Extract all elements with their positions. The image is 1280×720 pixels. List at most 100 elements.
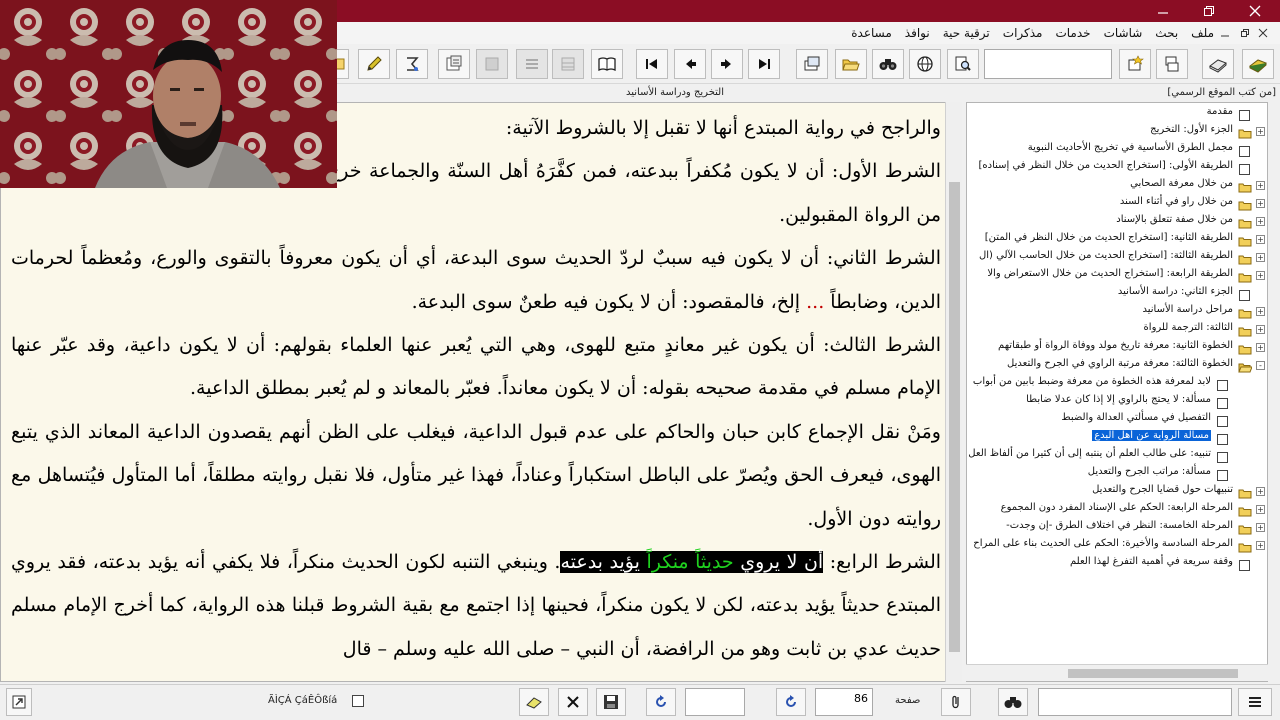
tree-item[interactable]: + الخطوة الثانية: معرفة تاريخ مولد ووفاة … xyxy=(967,339,1267,357)
tree-item[interactable]: - الخطوة الثالثة: معرفة مرتبة الراوي في ا… xyxy=(967,357,1267,375)
tree-item[interactable]: تنبيه: على طالب العلم أن ينتبه إلى أن كث… xyxy=(967,447,1267,465)
previous-page-button[interactable] xyxy=(674,49,706,79)
tree-item[interactable]: + الطريقة الرابعة: [استخراج الحديث من خلا… xyxy=(967,267,1267,285)
tree-item[interactable]: مسألة: لا يحتج بالراوي إلا إذا كان عدلا … xyxy=(967,393,1267,411)
expand-icon[interactable]: + xyxy=(1256,325,1265,334)
eraser-button[interactable] xyxy=(519,688,549,716)
refresh-left-button[interactable] xyxy=(646,688,676,716)
mdi-close-button[interactable] xyxy=(1254,24,1272,42)
menu-live-update[interactable]: ترقية حية xyxy=(943,26,990,40)
expand-icon[interactable]: + xyxy=(1256,235,1265,244)
tree-item[interactable]: مجمل الطرق الأساسية في تخريج الأحاديث ال… xyxy=(967,141,1267,159)
expand-icon[interactable]: + xyxy=(1256,199,1265,208)
attach-button[interactable] xyxy=(941,688,971,716)
export-button[interactable] xyxy=(6,688,32,716)
disabled-button-3[interactable] xyxy=(552,49,584,79)
expand-icon[interactable]: + xyxy=(1256,217,1265,226)
tree-item[interactable]: لابد لمعرفة هذه الخطوة من معرفة وضبط باب… xyxy=(967,375,1267,393)
tree-item[interactable]: + المرحلة السادسة والأخيرة: الحكم على الح… xyxy=(967,537,1267,555)
new-note-button[interactable] xyxy=(1119,49,1151,79)
tree-item[interactable]: الجزء الثاني: دراسة الأسانيد xyxy=(967,285,1267,303)
mdi-minimize-button[interactable] xyxy=(1216,24,1234,42)
expand-icon[interactable]: + xyxy=(1256,523,1265,532)
menu-notes[interactable]: مذكرات xyxy=(1003,26,1043,40)
expand-icon[interactable]: + xyxy=(1256,253,1265,262)
website-button[interactable] xyxy=(909,49,941,79)
tree-item[interactable]: + المرحلة الرابعة: الحكم على الإسناد المف… xyxy=(967,501,1267,519)
disabled-button-1[interactable] xyxy=(476,49,508,79)
tree-horizontal-scrollbar[interactable] xyxy=(966,664,1268,681)
windows-button[interactable] xyxy=(796,49,828,79)
expand-icon[interactable]: + xyxy=(1256,307,1265,316)
list-icon xyxy=(1249,697,1261,707)
content-scroll-thumb[interactable] xyxy=(949,182,960,652)
open-folder-button[interactable] xyxy=(835,49,867,79)
tree-item[interactable]: مسألة: مراتب الجرح والتعديل xyxy=(967,465,1267,483)
search-page-button[interactable] xyxy=(947,49,979,79)
collapse-icon[interactable]: - xyxy=(1256,361,1265,370)
expand-icon[interactable]: + xyxy=(1256,541,1265,550)
restore-window-button[interactable] xyxy=(1186,0,1232,22)
windows-icon xyxy=(804,56,820,71)
tree-item[interactable]: الطريقة الأولى: [استخراج الحديث من خلال … xyxy=(967,159,1267,177)
tree-item[interactable]: + الثالثة: الترجمة للرواة xyxy=(967,321,1267,339)
tree-item[interactable]: + مراحل دراسة الأسانيد xyxy=(967,303,1267,321)
tree-item[interactable]: مسألة الرواية عن أهل البدع xyxy=(967,429,1267,447)
expand-icon[interactable]: + xyxy=(1256,271,1265,280)
expand-icon[interactable]: + xyxy=(1256,181,1265,190)
save-icon xyxy=(604,695,618,709)
close-window-button[interactable] xyxy=(1232,0,1278,22)
menu-screens[interactable]: شاشات xyxy=(1104,26,1143,40)
mdi-restore-button[interactable] xyxy=(1236,24,1254,42)
tree-item[interactable]: + الطريقة الثانية: [استخراج الحديث من خلا… xyxy=(967,231,1267,249)
page-number-input[interactable]: 86 xyxy=(815,688,873,716)
open-book-button[interactable] xyxy=(591,49,623,79)
close-book-button[interactable] xyxy=(1202,49,1234,79)
save-button[interactable] xyxy=(596,688,626,716)
find-button[interactable] xyxy=(872,49,904,79)
library-button[interactable] xyxy=(1242,49,1274,79)
tree-item[interactable]: + الجزء الأول: التخريج xyxy=(967,123,1267,141)
expand-icon[interactable]: + xyxy=(1256,505,1265,514)
tree-scroll-thumb[interactable] xyxy=(1068,669,1238,678)
menu-list-button[interactable] xyxy=(1238,688,1272,716)
properties-button[interactable] xyxy=(438,49,470,79)
menu-windows[interactable]: نوافذ xyxy=(905,26,930,40)
tree-item[interactable]: + من خلال راو في أثناء السند xyxy=(967,195,1267,213)
first-page-button[interactable] xyxy=(636,49,668,79)
disabled-button-2[interactable] xyxy=(516,49,548,79)
page-input-left[interactable] xyxy=(685,688,745,716)
bottom-search-input[interactable] xyxy=(1038,688,1232,716)
tree-item[interactable]: + من خلال معرفة الصحابي xyxy=(967,177,1267,195)
menu-services[interactable]: خدمات xyxy=(1055,26,1090,40)
last-page-button[interactable] xyxy=(748,49,780,79)
expand-icon[interactable]: + xyxy=(1256,487,1265,496)
tree-item[interactable]: + المرحلة الخامسة: النظر في اختلاف الطرق … xyxy=(967,519,1267,537)
toolbar-search-input[interactable] xyxy=(984,49,1112,79)
book-content-pane[interactable]: والراجح في رواية المبتدع أنها لا تقبل إل… xyxy=(0,102,962,682)
tile-button[interactable] xyxy=(1156,49,1188,79)
tree-item[interactable]: + تنبيهات حول قضايا الجرح والتعديل xyxy=(967,483,1267,501)
menu-search[interactable]: بحث xyxy=(1155,26,1178,40)
edit-button[interactable] xyxy=(358,49,390,79)
bottom-find-button[interactable] xyxy=(998,688,1028,716)
content-vertical-scrollbar[interactable] xyxy=(945,102,962,682)
tree-item[interactable]: وقفة سريعة في أهمية التفرغ لهذا العلم xyxy=(967,555,1267,573)
tashkeel-checkbox[interactable] xyxy=(352,695,364,707)
menu-file[interactable]: ملف xyxy=(1191,26,1214,40)
tools-button[interactable] xyxy=(396,49,428,79)
next-page-button[interactable] xyxy=(711,49,743,79)
selected-text[interactable]: أن لا يروي حديثاً منكراً يؤيد بدعته xyxy=(560,551,824,574)
book-index-tree[interactable]: مقدمة + الجزء الأول: التخريج مجمل الطرق الأ… xyxy=(966,102,1268,682)
tree-item-label: تنبيهات حول قضايا الجرح والتعديل xyxy=(1092,484,1233,495)
minimize-window-button[interactable] xyxy=(1140,0,1186,22)
tree-item[interactable]: مقدمة xyxy=(967,105,1267,123)
tree-item[interactable]: التفصيل في مسألتي العدالة والضبط xyxy=(967,411,1267,429)
delete-button[interactable] xyxy=(558,688,588,716)
expand-icon[interactable]: + xyxy=(1256,343,1265,352)
refresh-right-button[interactable] xyxy=(776,688,806,716)
tree-item[interactable]: + من خلال صفة تتعلق بالإسناد xyxy=(967,213,1267,231)
expand-icon[interactable]: + xyxy=(1256,127,1265,136)
tree-item[interactable]: + الطريقة الثالثة: [استخراج الحديث من خلا… xyxy=(967,249,1267,267)
menu-help[interactable]: مساعدة xyxy=(851,26,892,40)
